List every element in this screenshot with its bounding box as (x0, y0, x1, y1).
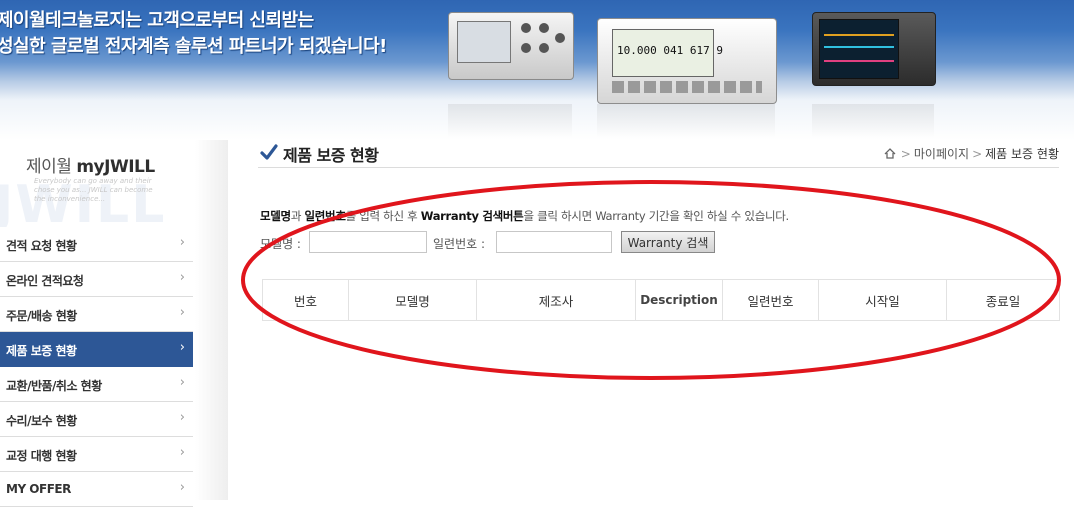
instruction-keyword-model: 모델명 (260, 209, 291, 223)
warranty-search-button[interactable]: Warranty 검색 (621, 231, 715, 253)
warranty-table: 번호 모델명 제조사 Description 일련번호 시작일 종료일 (262, 279, 1060, 321)
column-header-manufacturer: 제조사 (476, 279, 636, 321)
sidebar-item-label: 제품 보증 현황 (6, 344, 77, 358)
chevron-right-icon: › (179, 305, 185, 320)
page-title: 제품 보증 현황 (283, 146, 379, 165)
breadcrumb-separator: > (900, 146, 911, 161)
sidebar-item-label: 온라인 견적요청 (6, 274, 84, 288)
breadcrumb-current: 제품 보증 현황 (985, 147, 1059, 161)
chevron-right-icon: › (179, 445, 185, 460)
sidebar-item-label: MY OFFER (6, 482, 71, 496)
model-name-input[interactable] (309, 231, 427, 253)
top-banner: 제이월테크놀로지는 고객으로부터 신뢰받는 성실한 글로벌 전자계측 솔루션 파… (0, 0, 1074, 140)
column-header-number: 번호 (262, 279, 349, 321)
sidebar-item-warranty-status[interactable]: 제품 보증 현황 › (0, 332, 193, 367)
sidebar-title: 제이월 myJWILL (26, 152, 155, 177)
serial-number-input[interactable] (496, 231, 612, 253)
serial-number-label: 일련번호 : (433, 237, 486, 251)
banner-slogan-line1: 제이월테크놀로지는 고객으로부터 신뢰받는 (0, 10, 314, 31)
table-header-row: 번호 모델명 제조사 Description 일련번호 시작일 종료일 (262, 279, 1060, 321)
chevron-right-icon: › (179, 410, 185, 425)
sidebar-item-repair-status[interactable]: 수리/보수 현황 › (0, 402, 193, 437)
sidebar-tagline: Everybody can go away and their chose yo… (34, 177, 153, 203)
sidebar-item-label: 견적 요청 현황 (6, 239, 77, 253)
sidebar-menu: 견적 요청 현황 › 온라인 견적요청 › 주문/배송 현황 › 제품 보증 현… (0, 227, 193, 507)
checkmark-icon (260, 144, 278, 160)
chevron-right-icon: › (179, 375, 185, 390)
sidebar-item-label: 수리/보수 현황 (6, 414, 77, 428)
column-header-description: Description (635, 279, 723, 321)
instruction-part: 을 클릭 하시면 Warranty 기간을 확인 하실 수 있습니다. (523, 209, 789, 223)
instruction-part: 과 (290, 209, 305, 223)
instruction-keyword-serial: 일련번호 (304, 209, 346, 223)
sidebar-item-calibration-status[interactable]: 교정 대행 현황 › (0, 437, 193, 472)
sidebar-item-my-offer[interactable]: MY OFFER › (0, 472, 193, 507)
page-header: 제품 보증 현황 > 마이페이지 > 제품 보증 현황 (258, 141, 1059, 168)
sidebar-title-brand: myJWILL (76, 157, 155, 177)
sidebar-item-label: 주문/배송 현황 (6, 309, 77, 323)
sidebar-item-exchange-return[interactable]: 교환/반품/취소 현황 › (0, 367, 193, 402)
breadcrumb: > 마이페이지 > 제품 보증 현황 (884, 145, 1059, 162)
instruction-keyword-button: Warranty 검색버튼 (420, 209, 524, 223)
instruction-part: 를 입력 하신 후 (345, 209, 421, 223)
chevron-right-icon: › (179, 235, 185, 250)
column-header-serial: 일련번호 (722, 279, 819, 321)
sidebar-item-label: 교정 대행 현황 (6, 449, 77, 463)
chevron-right-icon: › (179, 480, 185, 495)
model-name-label: 모델명 : (260, 237, 301, 251)
home-icon[interactable] (884, 148, 896, 159)
chevron-right-icon: › (179, 270, 185, 285)
banner-slogan-line2: 성실한 글로벌 전자계측 솔루션 파트너가 되겠습니다! (0, 36, 387, 57)
counter-readout: 10.000 041 617 9 (617, 44, 723, 57)
sidebar-title-prefix: 제이월 (26, 157, 72, 177)
column-header-end-date: 종료일 (946, 279, 1060, 321)
sidebar-item-online-quote[interactable]: 온라인 견적요청 › (0, 262, 193, 297)
oscilloscope-image (812, 12, 936, 86)
sidebar-item-quote-status[interactable]: 견적 요청 현황 › (0, 227, 193, 262)
column-header-model: 모델명 (348, 279, 477, 321)
column-header-start-date: 시작일 (818, 279, 947, 321)
instruction-text: 모델명과 일련번호를 입력 하신 후 Warranty 검색버튼을 클릭 하시면… (260, 208, 789, 224)
sidebar-item-order-delivery[interactable]: 주문/배송 현황 › (0, 297, 193, 332)
chevron-right-icon: › (179, 340, 185, 355)
breadcrumb-mypage[interactable]: 마이페이지 (914, 145, 969, 162)
sidebar-item-label: 교환/반품/취소 현황 (6, 379, 102, 393)
breadcrumb-separator: > (972, 146, 983, 161)
instrument-image-1 (448, 12, 574, 80)
frequency-counter-image: 10.000 041 617 9 (597, 18, 777, 104)
